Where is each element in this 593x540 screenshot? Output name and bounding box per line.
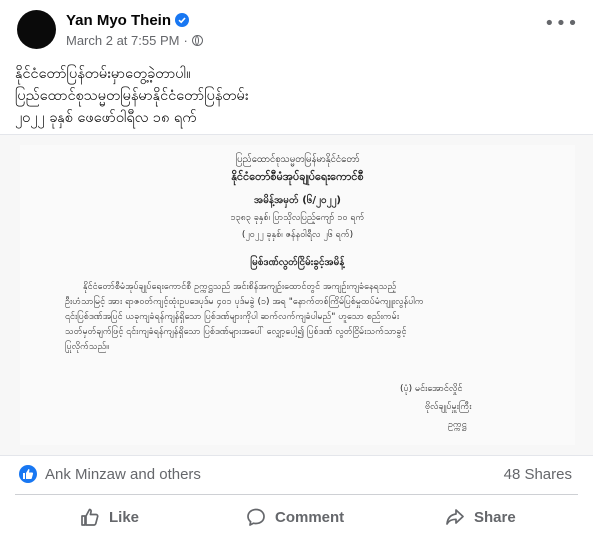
post-stats: Ank Minzaw and others 48 Shares (0, 462, 593, 486)
doc-signature-title: ဗိုလ်ချုပ်မှူးကြီး (425, 402, 472, 412)
doc-paragraph-line: သတ်မှတ်ချက်ဖြင့် ၎င်းကျခံရန်ကျန်ရှိသော ပ… (65, 327, 407, 337)
post-image[interactable]: ပြည်ထောင်စုသမ္မတမြန်မာနိုင်ငံတော် နိုင်င… (0, 134, 593, 456)
facebook-post: Yan Myo Thein March 2 at 7:55 PM · ••• န… (0, 0, 593, 540)
doc-signature-role: ဥက္ကဋ္ဌ (448, 420, 467, 430)
like-label: Like (109, 508, 140, 526)
share-button[interactable]: Share (445, 503, 516, 531)
share-icon (446, 509, 464, 525)
author-avatar[interactable] (17, 10, 56, 49)
divider (15, 494, 578, 495)
doc-header-line: ပြည်ထောင်စုသမ္မတမြန်မာနိုင်ငံတော် (235, 154, 360, 165)
doc-paragraph-line: ဦးဟံသာမြင့် အား ရာဇဝတ်ကျင့်ထုံးဥပဒေပုဒ်မ… (65, 297, 424, 307)
like-button[interactable]: Like (80, 503, 139, 531)
gazette-document: ပြည်ထောင်စုသမ္မတမြန်မာနိုင်ငံတော် နိုင်င… (20, 145, 575, 445)
doc-signature-name: (ပုံ) မင်းအောင်လှိုင် (400, 384, 463, 394)
post-text-line: နိုင်ငံတော်ပြန်တမ်းမှာတွေ့ခဲ့တာပါ။ (15, 66, 191, 82)
post-text-line: ၂၀၂၂ ခုနှစ် ဖေဖော်ဝါရီလ ၁၈ ရက် (15, 110, 197, 126)
doc-paragraph: နိုင်ငံတော်စီမံအုပ်ချုပ်ရေးကောင်စီ ဥက္ကဋ… (65, 280, 535, 355)
comment-icon (247, 508, 265, 526)
globe-icon[interactable] (191, 35, 203, 46)
doc-order-no: အမိန့်အမှတ် (၆/၂၀၂၂) (254, 195, 341, 206)
post-text-line: ပြည်ထောင်စုသမ္မတမြန်မာနိုင်ငံတော်ပြန်တမ်… (15, 88, 249, 104)
author-name[interactable]: Yan Myo Thein (66, 12, 171, 29)
meta-separator: · (183, 33, 188, 48)
doc-date-mm: ၁၃၈၃ ခုနှစ်၊ ပြာသိုလပြည့်ကျော် ၁၀ ရက် (230, 213, 365, 223)
doc-date-en: (၂၀၂၂ ခုနှစ်၊ ဇန်နဝါရီလ ၂၆ ရက်) (241, 230, 354, 240)
comment-label: Comment (275, 508, 345, 526)
shares-count[interactable]: 48 Shares (504, 466, 572, 483)
share-label: Share (474, 508, 516, 526)
doc-subject: မြစ်ဒဏ်လွတ်ငြိမ်းခွင့်အမိန့် (250, 257, 345, 268)
verified-badge-icon (175, 13, 190, 27)
author-name-row: Yan Myo Thein (66, 12, 190, 29)
more-horizontal-icon[interactable]: ••• (544, 15, 579, 33)
thumbs-up-icon (81, 508, 99, 526)
like-reaction-icon[interactable] (19, 465, 37, 483)
post-timestamp[interactable]: March 2 at 7:55 PM (66, 33, 179, 48)
doc-paragraph-line: နိုင်ငံတော်စီမံအုပ်ချုပ်ရေးကောင်စီ ဥက္ကဋ… (83, 282, 397, 292)
comment-button[interactable]: Comment (246, 503, 344, 531)
post-text: နိုင်ငံတော်ပြန်တမ်းမှာတွေ့ခဲ့တာပါ။ ပြည်ထ… (15, 63, 575, 129)
doc-paragraph-line: ပြုလိုက်သည်။ (65, 342, 110, 352)
post-meta: March 2 at 7:55 PM · (66, 33, 203, 48)
reactors-text[interactable]: Ank Minzaw and others (45, 466, 201, 483)
doc-paragraph-line: ၎င်းပြစ်ဒဏ်အပြင် ယခုကျခံရန်ကျန်ရှိသော ပြ… (65, 312, 400, 322)
doc-council: နိုင်ငံတော်စီမံအုပ်ချုပ်ရေးကောင်စီ (231, 170, 364, 183)
